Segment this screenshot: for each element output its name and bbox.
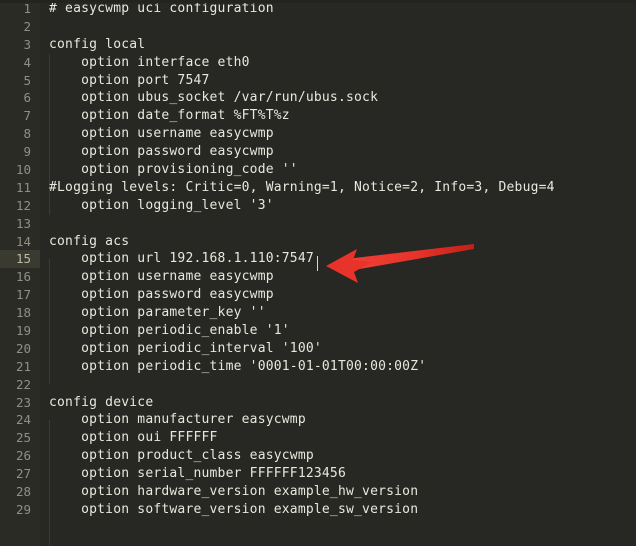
- line-number: 24: [15, 412, 31, 428]
- code-line[interactable]: 7 option date_format %FT%T%z: [0, 107, 636, 125]
- line-text: option username easycwmp: [49, 269, 274, 285]
- line-number: 2: [23, 18, 31, 34]
- line-number: 7: [23, 108, 31, 124]
- line-number: 13: [15, 215, 31, 231]
- code-line[interactable]: 15 option url 192.168.1.110:7547: [0, 250, 636, 269]
- code-line[interactable]: 3 config local: [0, 36, 636, 54]
- code-line[interactable]: 14 config acs: [0, 233, 636, 251]
- code-line[interactable]: 22: [0, 376, 636, 394]
- code-line[interactable]: 28 option hardware_version example_hw_ve…: [0, 483, 636, 501]
- line-text: option serial_number FFFFFF123456: [49, 466, 346, 482]
- line-number: 17: [15, 287, 31, 303]
- line-number: 26: [15, 448, 31, 464]
- code-line[interactable]: 8 option username easycwmp: [0, 125, 636, 143]
- line-number: 5: [23, 72, 31, 88]
- code-line[interactable]: 2: [0, 18, 636, 36]
- window-top-edge: [0, 0, 636, 3]
- code-line[interactable]: 13: [0, 215, 636, 233]
- line-text: option hardware_version example_hw_versi…: [49, 484, 419, 500]
- line-number: 18: [15, 305, 31, 321]
- line-text: option password easycwmp: [49, 144, 274, 160]
- line-text: option date_format %FT%T%z: [49, 108, 290, 124]
- line-text: option periodic_time '0001-01-01T00:00:0…: [49, 358, 427, 374]
- line-text: option software_version example_sw_versi…: [49, 501, 419, 517]
- code-line[interactable]: 9 option password easycwmp: [0, 143, 636, 161]
- line-text: option product_class easycwmp: [49, 448, 314, 464]
- line-number: 3: [23, 36, 31, 52]
- line-number: 11: [15, 179, 31, 195]
- line-number: 6: [23, 90, 31, 106]
- line-number: 16: [15, 269, 31, 285]
- line-number: 29: [15, 501, 31, 517]
- code-line[interactable]: 18 option parameter_key '': [0, 304, 636, 322]
- line-number: 8: [23, 126, 31, 142]
- line-text: option username easycwmp: [49, 126, 274, 142]
- code-line[interactable]: 10 option provisioning_code '': [0, 161, 636, 179]
- code-editor[interactable]: 1 # easycwmp uci configuration 2 3 config lo…: [0, 0, 636, 546]
- code-line[interactable]: 19 option periodic_enable '1': [0, 322, 636, 340]
- line-text: config local: [49, 36, 146, 52]
- line-text: option parameter_key '': [49, 305, 266, 321]
- text-caret: [317, 256, 318, 271]
- line-number: 28: [15, 484, 31, 500]
- code-line[interactable]: 6 option ubus_socket /var/run/ubus.sock: [0, 89, 636, 107]
- code-line[interactable]: 21 option periodic_time '0001-01-01T00:0…: [0, 358, 636, 376]
- code-line[interactable]: 16 option username easycwmp: [0, 268, 636, 286]
- line-text: option manufacturer easycwmp: [49, 412, 306, 428]
- code-line[interactable]: 5 option port 7547: [0, 72, 636, 90]
- line-number: 10: [15, 162, 31, 178]
- line-number: 9: [23, 144, 31, 160]
- line-number: 15: [15, 251, 31, 267]
- line-text: option periodic_interval '100': [49, 340, 322, 356]
- code-line[interactable]: 23 config device: [0, 394, 636, 412]
- code-line[interactable]: 20 option periodic_interval '100': [0, 340, 636, 358]
- line-text: config device: [49, 394, 154, 410]
- line-number: 25: [15, 430, 31, 446]
- code-line[interactable]: 29 option software_version example_sw_ve…: [0, 501, 636, 519]
- line-text: config acs: [49, 233, 130, 249]
- line-text: option provisioning_code '': [49, 162, 298, 178]
- line-number: 21: [15, 358, 31, 374]
- line-number: 27: [15, 466, 31, 482]
- line-text: option periodic_enable '1': [49, 323, 290, 339]
- code-line[interactable]: 11 #Logging levels: Critic=0, Warning=1, …: [0, 179, 636, 197]
- line-text: option port 7547: [49, 72, 210, 88]
- code-line[interactable]: 27 option serial_number FFFFFF123456: [0, 465, 636, 483]
- line-number: 12: [15, 197, 31, 213]
- code-lines: 1 # easycwmp uci configuration 2 3 config lo…: [0, 0, 636, 546]
- line-text: option logging_level '3': [49, 197, 274, 213]
- line-number: 4: [23, 54, 31, 70]
- code-line[interactable]: 25 option oui FFFFFF: [0, 429, 636, 447]
- code-line[interactable]: 12 option logging_level '3': [0, 197, 636, 215]
- code-line[interactable]: 17 option password easycwmp: [0, 286, 636, 304]
- code-line[interactable]: 24 option manufacturer easycwmp: [0, 411, 636, 429]
- code-line[interactable]: 4 option interface eth0: [0, 54, 636, 72]
- code-line[interactable]: 26 option product_class easycwmp: [0, 447, 636, 465]
- line-text: option url 192.168.1.110:7547: [49, 251, 314, 267]
- line-number: 23: [15, 394, 31, 410]
- line-text: option oui FFFFFF: [49, 430, 218, 446]
- line-text: option ubus_socket /var/run/ubus.sock: [49, 90, 379, 106]
- line-text: option interface eth0: [49, 54, 250, 70]
- line-number: 22: [15, 376, 31, 392]
- line-text: #Logging levels: Critic=0, Warning=1, No…: [49, 179, 555, 195]
- line-number: 19: [15, 323, 31, 339]
- line-number: 20: [15, 340, 31, 356]
- line-text: option password easycwmp: [49, 287, 274, 303]
- line-number: 14: [15, 233, 31, 249]
